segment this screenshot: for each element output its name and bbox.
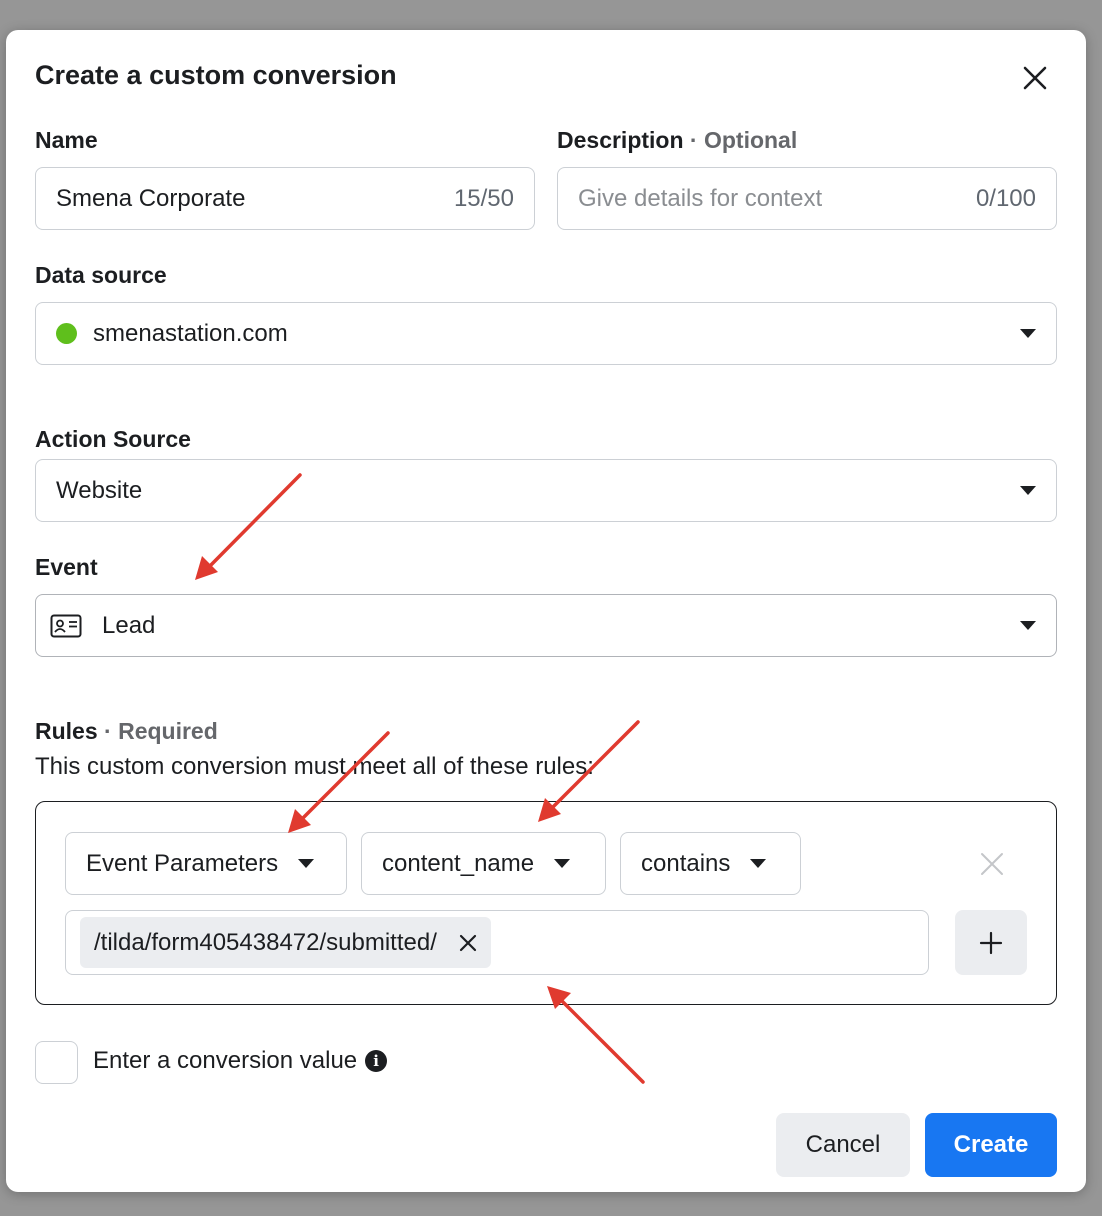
parameter-value: content_name: [382, 849, 535, 877]
close-icon: [981, 853, 1003, 875]
description-counter: 0/100: [975, 184, 1036, 212]
remove-token-icon[interactable]: [459, 934, 477, 952]
name-label: Name: [35, 127, 98, 154]
chevron-down-icon: [750, 859, 767, 868]
value-token: /tilda/form405438472/submitted/: [80, 917, 491, 968]
conversion-value-label: Enter a conversion value i: [93, 1047, 388, 1075]
description-label-text: Description: [557, 127, 684, 153]
action-source-label: Action Source: [35, 426, 191, 452]
conversion-value-text: Enter a conversion value: [93, 1047, 358, 1074]
data-source-label: Data source: [35, 262, 167, 288]
add-value-button[interactable]: [955, 910, 1027, 975]
rules-label-text: Rules: [35, 718, 98, 744]
cancel-button[interactable]: Cancel: [776, 1113, 910, 1177]
parameter-select[interactable]: content_name: [361, 832, 606, 895]
close-button[interactable]: [1018, 61, 1052, 95]
action-source-select[interactable]: Website: [35, 459, 1057, 522]
description-field[interactable]: Give details for context 0/100: [557, 167, 1057, 230]
chevron-down-icon: [1020, 621, 1036, 630]
status-dot-icon: [56, 323, 77, 344]
rule-value-input[interactable]: /tilda/form405438472/submitted/: [65, 910, 929, 975]
remove-rule-button[interactable]: [976, 848, 1008, 880]
operator-select[interactable]: contains: [620, 832, 801, 895]
chevron-down-icon: [298, 859, 315, 868]
contact-card-icon: [50, 614, 82, 637]
rules-required: · Required: [104, 718, 218, 744]
parameter-type-value: Event Parameters: [86, 849, 279, 877]
rules-label: Rules · Required: [35, 718, 218, 745]
operator-value: contains: [641, 849, 731, 877]
conversion-value-checkbox[interactable]: [35, 1041, 78, 1084]
value-token-text: /tilda/form405438472/submitted/: [94, 928, 437, 956]
rule-container: Event Parameters content_name contains /…: [35, 801, 1057, 1005]
chevron-down-icon: [1020, 329, 1036, 338]
data-source-value: smenastation.com: [93, 319, 288, 347]
event-value: Lead: [102, 611, 156, 639]
chevron-down-icon: [554, 859, 571, 868]
event-select[interactable]: Lead: [35, 594, 1057, 657]
dialog-title: Create a custom conversion: [35, 60, 397, 90]
rules-description: This custom conversion must meet all of …: [35, 753, 594, 780]
name-counter: 15/50: [453, 184, 514, 212]
description-label: Description · Optional: [557, 127, 797, 154]
data-source-select[interactable]: smenastation.com: [35, 302, 1057, 365]
parameter-type-select[interactable]: Event Parameters: [65, 832, 347, 895]
chevron-down-icon: [1020, 486, 1036, 495]
info-icon[interactable]: i: [365, 1050, 388, 1072]
name-field[interactable]: Smena Corporate 15/50: [35, 167, 535, 230]
close-icon: [1023, 66, 1047, 90]
create-custom-conversion-dialog: Create a custom conversion Name Smena Co…: [6, 30, 1086, 1192]
description-optional: · Optional: [689, 127, 798, 153]
description-placeholder: Give details for context: [578, 184, 823, 212]
event-label: Event: [35, 554, 98, 580]
name-value: Smena Corporate: [56, 184, 246, 212]
name-label-text: Name: [35, 127, 98, 153]
create-button[interactable]: Create: [925, 1113, 1057, 1177]
action-source-value: Website: [56, 476, 143, 504]
plus-icon: [979, 931, 1003, 954]
